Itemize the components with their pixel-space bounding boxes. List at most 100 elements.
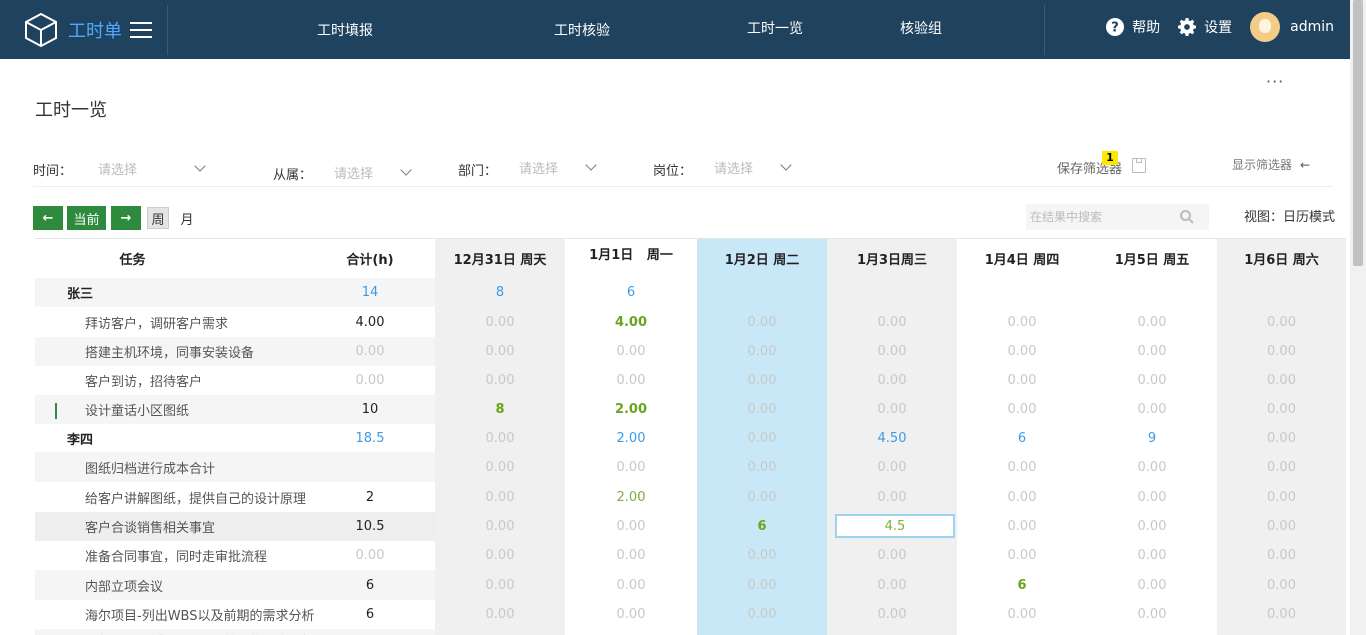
nav-timesheet-verify[interactable]: 工时核验 [554, 0, 610, 59]
table-row[interactable]: 内部立项会议 6 0.00 0.00 0.00 0.00 6 0.00 0.00 [35, 570, 1346, 600]
day-hours-cell[interactable]: 0.00 [1217, 395, 1346, 424]
group-row[interactable]: 张三 14 8 6 [35, 278, 1346, 307]
day-hours-cell[interactable]: 0.00 [827, 337, 957, 366]
table-row[interactable]: 图纸归档进行成本合计 0.00 0.00 0.00 0.00 0.00 0.00 0.00 [35, 452, 1346, 482]
table-row[interactable]: 设计童话小区图纸 10 8 2.00 0.00 0.00 0.00 0.00 0.00 [35, 395, 1346, 424]
menu-toggle-icon[interactable] [130, 22, 152, 38]
day-hours-cell[interactable]: 0.00 [565, 337, 697, 366]
day-hours-cell[interactable]: 0.00 [435, 308, 565, 337]
day-hours-cell[interactable] [697, 629, 827, 635]
day-hours-cell[interactable]: 0.00 [957, 452, 1087, 482]
day-hours-cell[interactable]: 8 [435, 278, 565, 307]
day-hours-cell[interactable]: 0.00 [1087, 337, 1217, 366]
day-hours-cell[interactable]: 0.00 [1217, 308, 1346, 337]
post-select[interactable]: 请选择 [714, 155, 794, 179]
day-hours-cell[interactable]: 9 [1087, 424, 1217, 452]
day-hours-cell[interactable]: 0.00 [697, 337, 827, 366]
day-hours-cell[interactable]: 0.00 [1087, 600, 1217, 629]
day-hours-cell[interactable]: 0.00 [957, 482, 1087, 512]
group-row[interactable]: 李四 18.5 0.00 2.00 0.00 4.50 6 9 0.00 [35, 424, 1346, 452]
table-row[interactable]: 客户合谈销售相关事宜 10.5 0.00 0.00 6 4.5 0.00 0.00 0.00 [35, 512, 1346, 541]
day-hours-cell[interactable]: 2.00 [565, 482, 697, 512]
nav-verify-group[interactable]: 核验组 [900, 0, 942, 57]
day-hours-cell[interactable]: 0.00 [697, 482, 827, 512]
user-menu[interactable]: admin [1250, 12, 1334, 42]
day-hours-cell[interactable]: 0.00 [697, 395, 827, 424]
day-hours-cell[interactable]: 6 [565, 278, 697, 307]
day-hours-cell[interactable] [957, 629, 1087, 635]
day-hours-cell[interactable]: 0.00 [1217, 452, 1346, 482]
belong-select[interactable]: 请选择 [334, 160, 414, 184]
day-hours-cell[interactable]: 0.00 [697, 600, 827, 629]
day-hours-cell[interactable]: 0.00 [1087, 512, 1217, 541]
day-hours-cell[interactable]: 0.00 [1217, 512, 1346, 541]
nav-timesheet-overview[interactable]: 工时一览 [747, 0, 803, 57]
column-header[interactable]: 1月6日 周六 [1217, 238, 1346, 278]
day-hours-cell[interactable]: 0.00 [1087, 541, 1217, 570]
day-hours-cell[interactable]: 0.00 [827, 482, 957, 512]
day-hours-cell[interactable]: 0.00 [1087, 482, 1217, 512]
column-header[interactable]: 1月3日周三 [827, 238, 957, 278]
day-hours-cell[interactable]: 0.00 [957, 395, 1087, 424]
day-hours-cell[interactable] [1217, 278, 1346, 307]
day-hours-cell[interactable]: 0.00 [565, 512, 697, 541]
day-hours-cell[interactable]: 0.00 [435, 600, 565, 629]
day-hours-cell[interactable]: 0.00 [1087, 308, 1217, 337]
day-hours-cell[interactable] [435, 629, 565, 635]
table-row[interactable]: 客户到访，招待客户 0.00 0.00 0.00 0.00 0.00 0.00 0.00 0.0… [35, 366, 1346, 395]
day-hours-cell[interactable]: 0.00 [827, 570, 957, 600]
day-hours-cell[interactable]: 0.00 [435, 570, 565, 600]
day-hours-cell[interactable]: 0.00 [1087, 570, 1217, 600]
day-hours-cell[interactable]: 4.50 [827, 424, 957, 452]
day-hours-cell[interactable] [827, 629, 957, 635]
day-hours-cell[interactable]: 0.00 [697, 452, 827, 482]
day-hours-cell[interactable]: 6 [957, 424, 1087, 452]
day-hours-cell[interactable]: 6 [957, 570, 1087, 600]
day-hours-cell[interactable]: 0.00 [697, 570, 827, 600]
day-hours-cell[interactable]: 0.00 [1217, 482, 1346, 512]
day-hours-cell[interactable]: 0.00 [827, 600, 957, 629]
day-hours-cell[interactable]: 4.5 [835, 514, 955, 538]
day-hours-cell[interactable]: 0.00 [1217, 541, 1346, 570]
nav-timesheet-entry[interactable]: 工时填报 [317, 0, 373, 59]
day-hours-cell[interactable]: 0.00 [827, 395, 957, 424]
day-hours-cell[interactable]: 0.00 [1217, 337, 1346, 366]
day-hours-cell[interactable]: 0.00 [827, 541, 957, 570]
day-hours-cell[interactable]: 0.00 [697, 308, 827, 337]
column-header[interactable]: 任务 [35, 238, 230, 278]
help-button[interactable]: ? 帮助 [1106, 17, 1160, 37]
day-hours-cell[interactable]: 0.00 [957, 308, 1087, 337]
column-header[interactable]: 1月4日 周四 [957, 238, 1087, 278]
day-hours-cell[interactable]: 0.00 [1087, 366, 1217, 395]
day-hours-cell[interactable]: 0.00 [435, 541, 565, 570]
day-hours-cell[interactable]: 0.00 [957, 337, 1087, 366]
day-hours-cell[interactable] [957, 278, 1087, 307]
table-row[interactable]: 搭建主机环境，同事安装设备 0.00 0.00 0.00 0.00 0.00 0.00 0.0… [35, 337, 1346, 366]
day-hours-cell[interactable]: 0.00 [1087, 395, 1217, 424]
day-hours-cell[interactable]: 2.00 [565, 395, 697, 424]
current-week-button[interactable]: 当前 [67, 206, 106, 230]
day-hours-cell[interactable]: 0.00 [827, 452, 957, 482]
vertical-scrollbar[interactable] [1350, 0, 1366, 635]
day-hours-cell[interactable]: 0.00 [957, 600, 1087, 629]
table-row[interactable]: 海尔项目-列出WBS以及前期的需求分析 [35, 629, 1346, 635]
table-row[interactable]: 海尔项目-列出WBS以及前期的需求分析 6 0.00 0.00 0.00 0.00 0.00… [35, 600, 1346, 629]
time-select[interactable]: 请选择 [98, 156, 208, 180]
day-hours-cell[interactable]: 6 [697, 512, 827, 541]
day-hours-cell[interactable]: 0.00 [435, 366, 565, 395]
search-icon[interactable] [1180, 210, 1194, 224]
search-input[interactable] [1030, 210, 1180, 224]
day-hours-cell[interactable]: 0.00 [1217, 424, 1346, 452]
show-filter-button[interactable]: 显示筛选器 ← [1232, 156, 1310, 173]
day-hours-cell[interactable]: 0.00 [435, 424, 565, 452]
day-hours-cell[interactable]: 0.00 [565, 570, 697, 600]
day-hours-cell[interactable] [1087, 278, 1217, 307]
day-hours-cell[interactable] [827, 278, 957, 307]
column-header[interactable]: 合计(h) [320, 238, 420, 278]
day-hours-cell[interactable]: 2.00 [565, 424, 697, 452]
day-hours-cell[interactable] [1217, 629, 1346, 635]
day-hours-cell[interactable]: 0.00 [435, 337, 565, 366]
day-hours-cell[interactable]: 4.00 [565, 308, 697, 337]
day-hours-cell[interactable]: 0.00 [957, 512, 1087, 541]
day-hours-cell[interactable]: 0.00 [1087, 452, 1217, 482]
